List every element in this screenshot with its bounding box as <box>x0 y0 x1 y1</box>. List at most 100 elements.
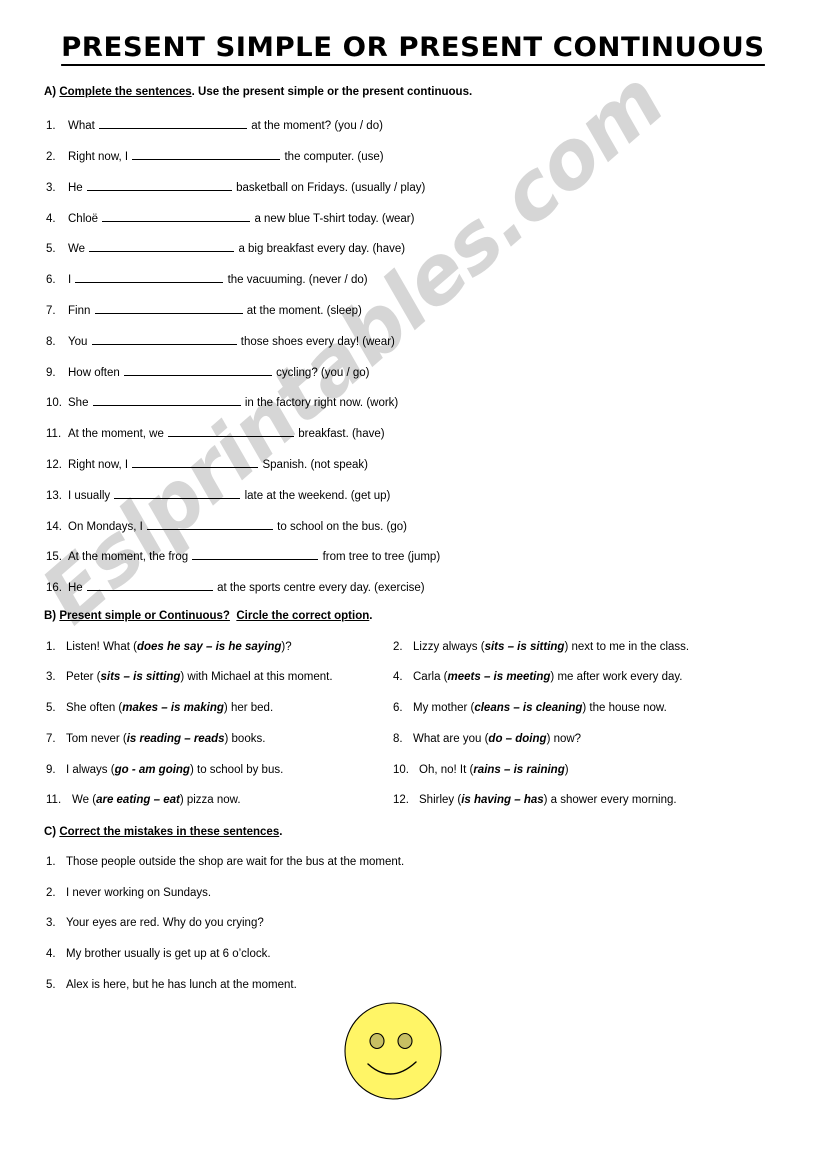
section-b-item[interactable]: 5. She often (makes – is making) her bed. <box>46 702 273 715</box>
item-number: 8. <box>393 733 403 745</box>
answer-blank[interactable] <box>132 455 259 468</box>
section-b-letter: B) <box>44 610 57 622</box>
answer-blank[interactable] <box>86 578 213 591</box>
section-b-instruction-part1: Present simple or Continuous? <box>59 610 230 622</box>
answer-blank[interactable] <box>89 239 235 252</box>
section-b-item[interactable]: 11. We (are eating – eat) pizza now. <box>46 794 241 807</box>
item-number: 11. <box>46 428 62 440</box>
answer-options[interactable]: is having – has <box>461 794 543 806</box>
item-text-after: ) the house now. <box>582 702 667 714</box>
item-text-after: ) her bed. <box>223 702 274 714</box>
smiley-face-icon <box>344 1002 442 1100</box>
section-b-item[interactable]: 4. Carla (meets – is meeting) me after wo… <box>393 671 683 684</box>
section-b-item[interactable]: 10. Oh, no! It (rains – is raining) <box>393 764 569 777</box>
item-text-before: She often ( <box>66 702 123 714</box>
answer-options[interactable]: sits – is sitting <box>101 671 181 683</box>
answer-options[interactable]: meets – is meeting <box>448 671 551 683</box>
item-text-after: Spanish. (not speak) <box>259 459 368 471</box>
section-a-item: 11. At the moment, we breakfast. (have) <box>46 424 385 441</box>
item-text-before: He <box>68 182 86 194</box>
item-text-before: I usually <box>68 490 114 502</box>
section-a-item: 16. He at the sports centre every day. (e… <box>46 578 425 595</box>
answer-blank[interactable] <box>102 209 251 222</box>
item-number: 9. <box>46 764 56 776</box>
answer-blank[interactable] <box>94 301 243 314</box>
item-number: 12. <box>393 794 409 806</box>
answer-options[interactable]: go - am going <box>115 764 190 776</box>
answer-blank[interactable] <box>132 147 281 160</box>
section-b-item[interactable]: 6. My mother (cleans – is cleaning) the h… <box>393 702 667 715</box>
answer-blank[interactable] <box>114 486 241 499</box>
item-text-after: at the moment? (you / do) <box>248 120 383 132</box>
answer-options[interactable]: makes – is making <box>122 702 224 714</box>
section-a-item: 13. I usually late at the weekend. (get u… <box>46 486 390 503</box>
item-number: 4. <box>46 213 56 225</box>
item-text-after: from tree to tree (jump) <box>319 551 441 563</box>
answer-options[interactable]: does he say – is he saying <box>137 641 281 653</box>
section-c-item: 5. Alex is here, but he has lunch at the … <box>46 979 297 992</box>
item-number: 3. <box>46 917 56 929</box>
worksheet-page: Eslprintables.com PRESENT SIMPLE OR PRES… <box>0 0 826 1169</box>
answer-blank[interactable] <box>192 547 319 560</box>
section-c-heading: C) Correct the mistakes in these sentenc… <box>44 826 282 838</box>
item-number: 10. <box>46 397 62 409</box>
item-number: 1. <box>46 856 56 868</box>
item-text-before: Listen! What ( <box>66 641 137 653</box>
answer-blank[interactable] <box>92 393 241 406</box>
item-text-after: the vacuuming. (never / do) <box>224 274 368 286</box>
section-b-item[interactable]: 12. Shirley (is having – has) a shower ev… <box>393 794 677 807</box>
item-text-after: breakfast. (have) <box>295 428 385 440</box>
item-text: Alex is here, but he has lunch at the mo… <box>66 979 297 991</box>
item-text-after: basketball on Fridays. (usually / play) <box>232 182 426 194</box>
page-title-wrap: PRESENT SIMPLE OR PRESENT CONTINUOUS <box>0 34 826 66</box>
section-a-item: 5. We a big breakfast every day. (have) <box>46 239 405 256</box>
section-a-item: 4. Chloë a new blue T-shirt today. (wear) <box>46 209 414 226</box>
section-b-item[interactable]: 7. Tom never (is reading – reads) books. <box>46 733 265 746</box>
section-b-item[interactable]: 2. Lizzy always (sits – is sitting) next … <box>393 641 689 654</box>
item-number: 14. <box>46 521 62 533</box>
section-a-item: 12. Right now, I Spanish. (not speak) <box>46 455 368 472</box>
item-number: 7. <box>46 305 56 317</box>
answer-blank[interactable] <box>146 517 273 530</box>
item-text-after: ) with Michael at this moment. <box>180 671 333 683</box>
answer-options[interactable]: are eating – eat <box>96 794 180 806</box>
section-c-instruction-rest: . <box>279 826 283 838</box>
section-b-item[interactable]: 1. Listen! What (does he say – is he sayi… <box>46 641 292 654</box>
section-a-instruction-rest: . Use the present simple or the present … <box>191 86 473 98</box>
section-b-item[interactable]: 3. Peter (sits – is sitting) with Michael… <box>46 671 333 684</box>
answer-options[interactable]: is reading – reads <box>127 733 225 745</box>
answer-blank[interactable] <box>75 270 224 283</box>
item-number: 2. <box>393 641 403 653</box>
item-number: 12. <box>46 459 62 471</box>
answer-options[interactable]: rains – is raining <box>473 764 564 776</box>
item-text-before: Peter ( <box>66 671 101 683</box>
item-text-after: the computer. (use) <box>281 151 384 163</box>
item-text-before: Shirley ( <box>419 794 462 806</box>
item-text-before: We ( <box>72 794 97 806</box>
item-text-before: My mother ( <box>413 702 475 714</box>
item-number: 10. <box>393 764 409 776</box>
answer-blank[interactable] <box>91 332 237 345</box>
section-a-item: 1. What at the moment? (you / do) <box>46 116 383 133</box>
section-c-letter: C) <box>44 826 57 838</box>
section-a-item: 6. I the vacuuming. (never / do) <box>46 270 368 287</box>
section-b-instruction-end: . <box>369 610 373 622</box>
item-text-before: You <box>68 336 91 348</box>
answer-options[interactable]: do – doing <box>488 733 546 745</box>
item-text-after: )? <box>281 641 292 653</box>
item-text: I never working on Sundays. <box>66 887 212 899</box>
item-number: 5. <box>46 243 56 255</box>
item-text-before: We <box>68 243 89 255</box>
page-title: PRESENT SIMPLE OR PRESENT CONTINUOUS <box>61 34 765 66</box>
answer-options[interactable]: sits – is sitting <box>485 641 565 653</box>
item-text-after: a big breakfast every day. (have) <box>235 243 406 255</box>
answer-blank[interactable] <box>99 116 248 129</box>
answer-blank[interactable] <box>168 424 295 437</box>
answer-blank[interactable] <box>123 363 272 376</box>
answer-blank[interactable] <box>86 178 232 191</box>
section-a-item: 3. He basketball on Fridays. (usually / p… <box>46 178 425 195</box>
section-b-item[interactable]: 8. What are you (do – doing) now? <box>393 733 581 746</box>
section-a-item: 7. Finn at the moment. (sleep) <box>46 301 362 318</box>
answer-options[interactable]: cleans – is cleaning <box>474 702 582 714</box>
section-b-item[interactable]: 9. I always (go - am going) to school by … <box>46 764 283 777</box>
